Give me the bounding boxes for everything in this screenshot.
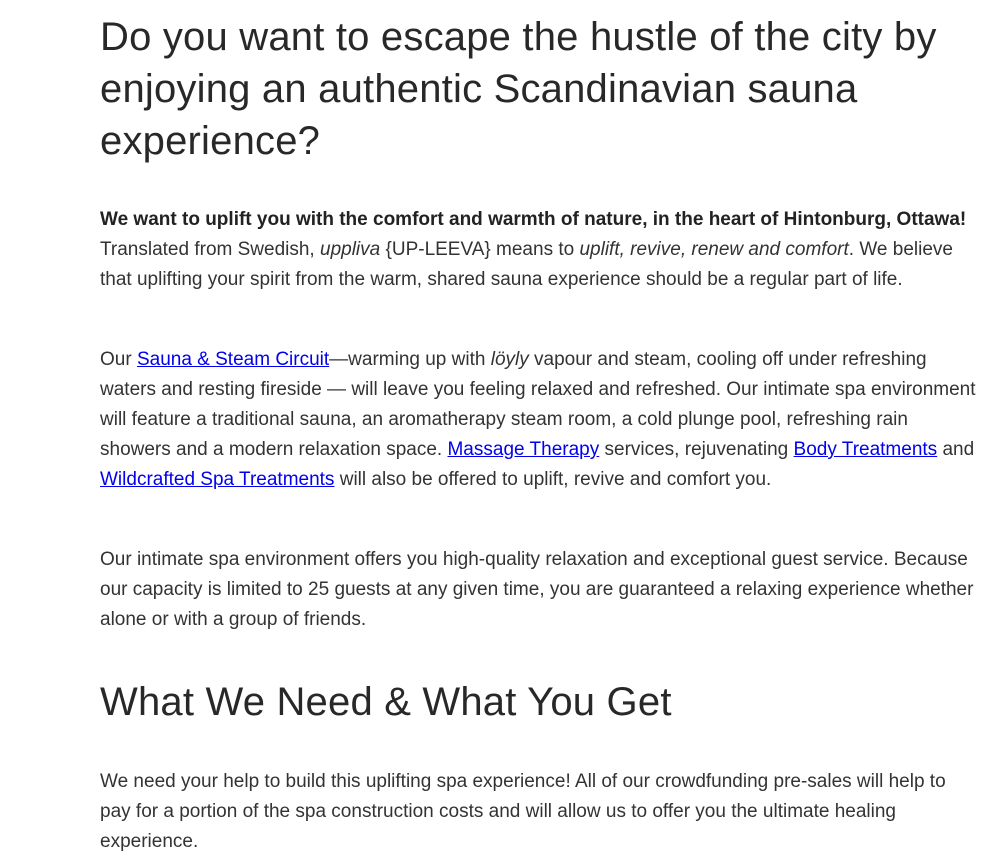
- circuit-text-1: Our: [100, 349, 137, 370]
- intro-paragraph: We want to uplift you with the comfort a…: [100, 205, 980, 295]
- section-heading: What We Need & What You Get: [100, 680, 672, 724]
- article-content: Do you want to escape the hustle of the …: [100, 0, 980, 852]
- circuit-text-5: and: [937, 439, 975, 460]
- circuit-paragraph: Our Sauna & Steam Circuit—warming up wit…: [100, 345, 980, 495]
- intro-bold-statement: We want to uplift you with the comfort a…: [100, 209, 967, 230]
- environment-paragraph: Our intimate spa environment offers you …: [100, 549, 974, 630]
- circuit-text-6: will also be offered to uplift, revive a…: [334, 469, 772, 490]
- intro-em-meaning: uplift, revive, renew and comfort: [579, 239, 849, 260]
- wildcrafted-spa-treatments-link[interactable]: Wildcrafted Spa Treatments: [100, 469, 334, 490]
- massage-therapy-link[interactable]: Massage Therapy: [447, 439, 599, 460]
- intro-text-2: {UP-LEEVA} means to: [380, 239, 580, 260]
- crowdfunding-paragraph: We need your help to build this upliftin…: [100, 771, 946, 852]
- circuit-text-4: services, rejuvenating: [599, 439, 794, 460]
- circuit-text-2: —warming up with: [329, 349, 491, 370]
- intro-heading: Do you want to escape the hustle of the …: [100, 15, 937, 163]
- intro-text-1: Translated from Swedish,: [100, 239, 320, 260]
- sauna-steam-circuit-link[interactable]: Sauna & Steam Circuit: [137, 349, 329, 370]
- body-treatments-link[interactable]: Body Treatments: [794, 439, 938, 460]
- circuit-em-loyly: löyly: [490, 349, 529, 370]
- intro-em-uppliva: uppliva: [320, 239, 381, 260]
